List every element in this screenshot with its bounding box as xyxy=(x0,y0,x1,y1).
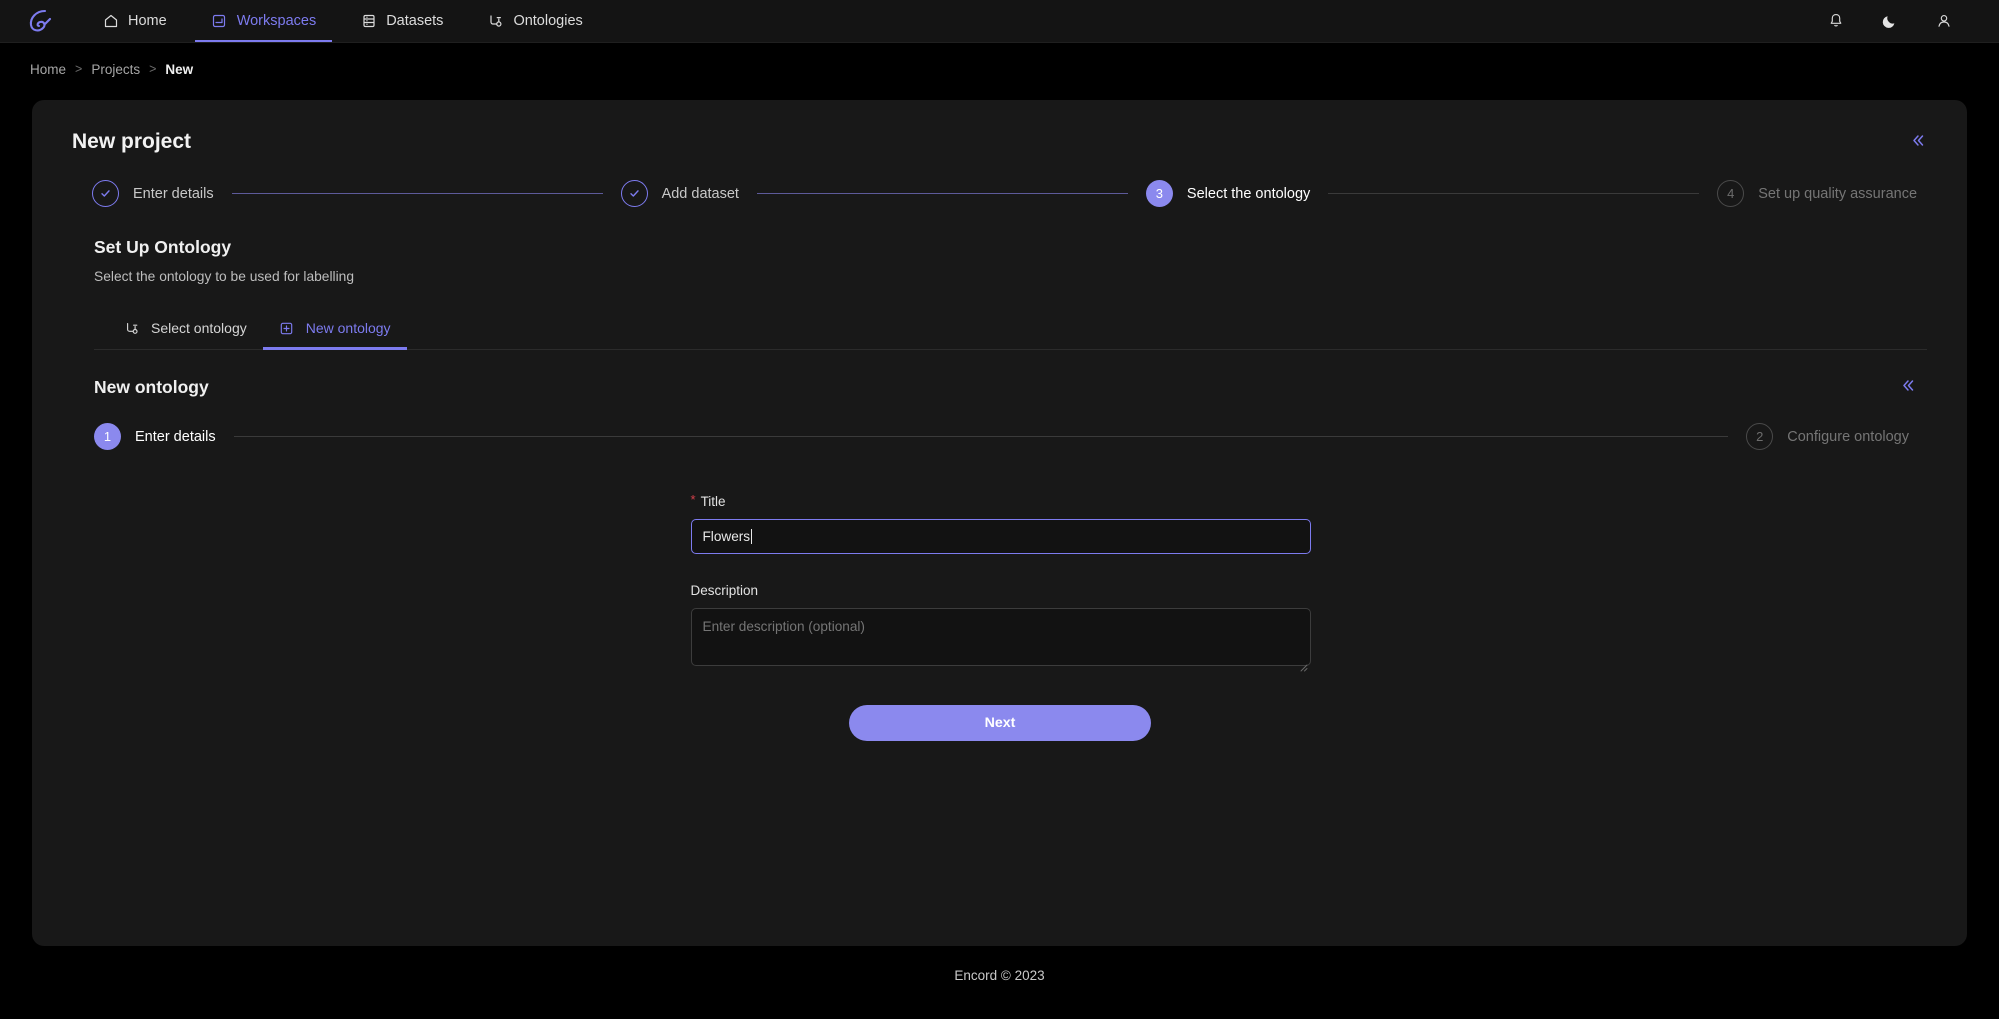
step-enter-details[interactable]: Enter details xyxy=(92,180,214,207)
user-icon[interactable] xyxy=(1933,10,1955,32)
step-marker: 2 xyxy=(1746,423,1774,450)
new-ontology-form: * Title Flowers Description Next xyxy=(690,492,1311,741)
nav-item-ontologies[interactable]: Ontologies xyxy=(465,0,604,42)
description-field-label: Description xyxy=(691,583,1310,598)
tab-select-ontology[interactable]: Select ontology xyxy=(108,310,263,349)
title-field-label: * Title xyxy=(690,492,1310,509)
chevron-double-left-icon[interactable] xyxy=(1908,131,1927,154)
chevron-double-left-icon[interactable] xyxy=(1898,376,1917,399)
description-label-text: Description xyxy=(690,583,759,598)
tab-label: Select ontology xyxy=(151,320,247,336)
breadcrumb-item-home[interactable]: Home xyxy=(30,62,66,77)
step-connector xyxy=(233,436,1729,437)
breadcrumb-item-projects[interactable]: Projects xyxy=(91,62,140,77)
breadcrumb-separator: > xyxy=(149,62,157,76)
subpanel-title: New ontology xyxy=(94,377,209,397)
select-ontology-icon xyxy=(124,320,140,336)
step-set-up-quality-assurance[interactable]: 4 Set up quality assurance xyxy=(1717,180,1917,207)
required-marker: * xyxy=(690,492,696,507)
section-subtitle: Select the ontology to be used for label… xyxy=(94,269,355,284)
step-connector xyxy=(231,193,603,194)
encord-logo-icon[interactable] xyxy=(24,6,58,36)
ontology-stepper: 1 Enter details 2 Configure ontology xyxy=(32,399,1967,450)
step-add-dataset[interactable]: Add dataset xyxy=(620,180,739,207)
page-title: New project xyxy=(72,130,192,153)
moon-icon[interactable] xyxy=(1879,10,1901,32)
ontologies-icon xyxy=(487,13,504,30)
breadcrumb-separator: > xyxy=(75,62,83,76)
section-title: Set Up Ontology xyxy=(94,237,232,257)
step-marker xyxy=(92,180,119,207)
step-label: Enter details xyxy=(133,185,214,202)
title-label-text: Title xyxy=(700,494,726,509)
breadcrumb-item-new: New xyxy=(165,61,194,77)
tab-label: New ontology xyxy=(305,320,391,336)
step-connector xyxy=(1328,193,1700,194)
description-input[interactable] xyxy=(690,608,1311,666)
footer: Encord © 2023 xyxy=(0,968,1999,983)
step-marker xyxy=(620,180,648,207)
plus-box-icon xyxy=(279,320,295,336)
card-header: New project xyxy=(32,100,1967,154)
step-connector xyxy=(756,193,1128,194)
ontology-step-configure-ontology[interactable]: 2 Configure ontology xyxy=(1746,423,1909,450)
nav-item-label: Datasets xyxy=(386,13,444,29)
title-input[interactable]: Flowers xyxy=(690,519,1311,554)
tab-new-ontology[interactable]: New ontology xyxy=(262,310,407,350)
datasets-icon xyxy=(360,13,377,30)
step-label: Set up quality assurance xyxy=(1758,185,1918,202)
nav-item-label: Home xyxy=(128,13,167,29)
ontology-tabs: Select ontology New ontology xyxy=(94,310,1927,350)
step-select-ontology[interactable]: 3 Select the ontology xyxy=(1145,180,1311,207)
top-navbar: Home Workspaces Datasets Ontologies xyxy=(0,0,1999,43)
bell-icon[interactable] xyxy=(1825,10,1847,32)
title-input-value: Flowers xyxy=(702,529,751,544)
ontology-step-enter-details[interactable]: 1 Enter details xyxy=(94,423,216,450)
nav-item-home[interactable]: Home xyxy=(80,0,189,42)
step-marker: 1 xyxy=(94,423,121,450)
field-spacer xyxy=(691,554,1310,583)
new-ontology-panel-header: New ontology xyxy=(32,350,1967,399)
step-label: Configure ontology xyxy=(1787,428,1909,445)
next-button[interactable]: Next xyxy=(849,705,1151,741)
breadcrumb: Home > Projects > New xyxy=(0,55,1999,83)
workspaces-icon xyxy=(211,13,228,30)
project-stepper: Enter details Add dataset 3 Select the o… xyxy=(32,154,1967,207)
footer-text: Encord © 2023 xyxy=(954,968,1045,983)
set-up-ontology-section: Set Up Ontology Select the ontology to b… xyxy=(32,207,1967,350)
step-label: Add dataset xyxy=(661,185,739,202)
step-marker: 4 xyxy=(1717,180,1745,207)
navbar-right-actions xyxy=(1825,10,1977,32)
nav-item-label: Ontologies xyxy=(513,13,583,29)
step-label: Select the ontology xyxy=(1186,185,1311,202)
nav-items: Home Workspaces Datasets Ontologies xyxy=(80,0,605,42)
nav-item-label: Workspaces xyxy=(236,13,317,29)
text-caret xyxy=(751,529,753,544)
nav-item-datasets[interactable]: Datasets xyxy=(338,0,465,42)
home-icon xyxy=(102,13,119,30)
nav-item-workspaces[interactable]: Workspaces xyxy=(189,0,339,42)
step-label: Enter details xyxy=(135,428,216,445)
step-marker: 3 xyxy=(1145,180,1173,207)
new-project-card: New project Enter details Add dataset 3 … xyxy=(32,100,1967,946)
